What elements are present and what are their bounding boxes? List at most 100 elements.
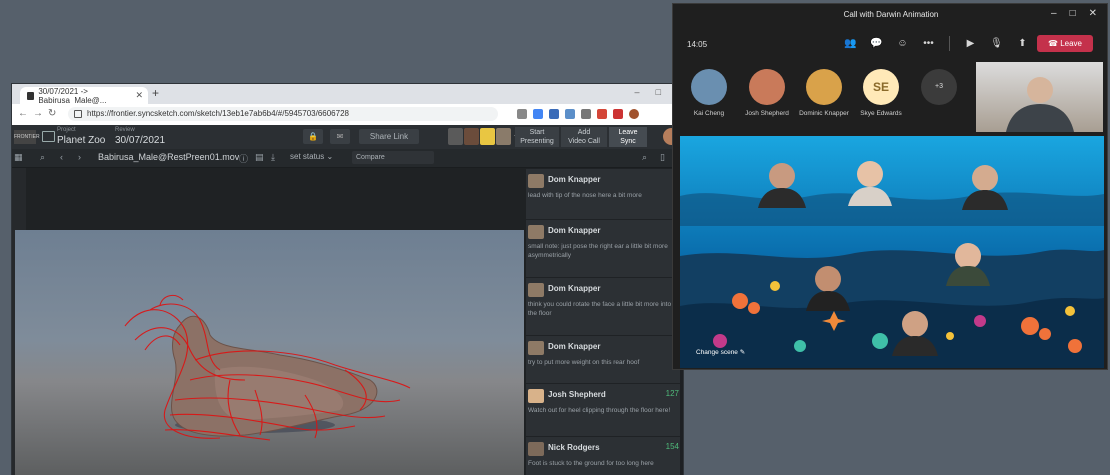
start-presenting-button[interactable]: Start Presenting	[515, 127, 559, 147]
leave-sync-button[interactable]: Leave Sync	[609, 127, 647, 147]
add-video-call-button[interactable]: Add Video Call	[561, 127, 607, 147]
gmail-icon[interactable]	[597, 109, 607, 119]
browser-window-controls: –□	[635, 87, 677, 97]
comment-item[interactable]: Nick Rodgers 154 Foot is stuck to the gr…	[526, 436, 683, 475]
participant-name: Dominic Knapper	[799, 110, 849, 117]
extension-icon[interactable]	[533, 109, 543, 119]
comment-author: Dom Knapper	[548, 284, 601, 293]
reload-icon[interactable]: ↻	[48, 108, 61, 119]
comment-frame[interactable]: 127	[666, 389, 679, 398]
teams-call-window: Call with Darwin Animation – □ ✕ 14:05 👥 💬…	[672, 3, 1108, 370]
participant[interactable]: Kai Cheng	[679, 69, 739, 117]
together-mode-stage[interactable]: Change scene ✎	[680, 136, 1104, 368]
divider	[949, 36, 950, 51]
presence-avatars: +2	[448, 128, 522, 145]
change-scene-button[interactable]: Change scene ✎	[696, 348, 745, 356]
self-video-preview[interactable]	[976, 62, 1103, 132]
download-icon[interactable]: ⤓	[271, 152, 275, 163]
project-name[interactable]: Planet Zoo	[57, 135, 105, 146]
maximize-icon[interactable]: □	[1070, 8, 1076, 19]
mail-button[interactable]: ✉	[330, 129, 350, 144]
underwater-scene	[680, 136, 1104, 368]
comments-panel: Dom Knapper 3 lead with tip of the nose …	[526, 168, 683, 475]
extension-icon[interactable]	[517, 109, 527, 119]
extension-icons	[517, 109, 639, 119]
search-comments-icon[interactable]: ⌕	[642, 152, 647, 163]
comment-author: Josh Shepherd	[548, 390, 606, 399]
avatar	[528, 174, 544, 188]
avatar	[806, 69, 842, 105]
avatar[interactable]	[448, 128, 463, 145]
browser-tab[interactable]: 30/07/2021 -> Babirusa_Male@... ✕	[20, 87, 148, 105]
details-icon[interactable]: ▤	[255, 152, 264, 163]
microphone-icon[interactable]: 🎙	[989, 36, 1004, 51]
babirusa-render	[124, 294, 411, 441]
participant[interactable]: Josh Shepherd	[737, 69, 797, 117]
extension-icon[interactable]	[565, 109, 575, 119]
file-name[interactable]: Babirusa_Male@RestPreen01.mov	[98, 152, 239, 162]
comment-text: Foot is stuck to the ground for too long…	[528, 460, 654, 467]
leave-call-button[interactable]: ☎ Leave	[1037, 35, 1093, 52]
set-status-dropdown[interactable]: set status ⌄	[290, 152, 333, 161]
comment-frame[interactable]: 154	[666, 442, 679, 451]
share-screen-icon[interactable]: ⬆	[1015, 36, 1030, 51]
comment-text: think you could rotate the face a little…	[528, 301, 672, 317]
comment-author: Dom Knapper	[548, 226, 601, 235]
participant[interactable]: Dominic Knapper	[794, 69, 854, 117]
camera-icon[interactable]: ▶	[963, 36, 978, 51]
reactions-icon[interactable]: ☺	[895, 36, 910, 51]
profile-icon[interactable]	[629, 109, 639, 119]
extension-icon[interactable]	[613, 109, 623, 119]
extension-icon[interactable]	[581, 109, 591, 119]
comment-item[interactable]: Dom Knapper 4 think you could rotate the…	[526, 277, 683, 328]
comment-item[interactable]: Dom Knapper 7 try to put more weight on …	[526, 335, 683, 378]
call-controls: 👥 💬 ☺ ••• ▶ 🎙 ⬆	[843, 36, 1030, 51]
comment-item[interactable]: Josh Shepherd 127 Watch out for heel cli…	[526, 383, 683, 434]
lock-button[interactable]: 🔒	[303, 129, 323, 144]
search-icon[interactable]: ⌕	[40, 152, 45, 163]
browser-tab-strip: 30/07/2021 -> Babirusa_Male@... ✕ + –□	[12, 84, 683, 105]
info-icon[interactable]: ⓘ	[239, 152, 248, 165]
comment-text: small note: just pose the right ear a li…	[528, 243, 668, 259]
back-icon[interactable]: ←	[18, 108, 33, 119]
people-icon[interactable]: 👥	[843, 36, 858, 51]
lock-icon	[74, 109, 82, 118]
compare-dropdown[interactable]: Compare	[352, 151, 434, 164]
folder-icon[interactable]	[42, 131, 55, 142]
close-icon[interactable]: ✕	[1089, 8, 1097, 19]
avatar[interactable]	[464, 128, 479, 145]
avatar[interactable]	[496, 128, 511, 145]
avatar-initials: SE	[863, 69, 899, 105]
avatar	[528, 225, 544, 239]
more-options-icon[interactable]: •••	[921, 36, 936, 51]
extension-icon[interactable]	[549, 109, 559, 119]
url-input[interactable]: https://frontier.syncsketch.com/sketch/1…	[68, 107, 498, 121]
minimize-icon[interactable]: –	[1051, 8, 1057, 19]
minimize-icon[interactable]: –	[635, 87, 656, 97]
panel-icon[interactable]: ▯	[660, 152, 665, 163]
review-name[interactable]: 30/07/2021	[115, 135, 165, 146]
comment-item[interactable]: Dom Knapper 3 small note: just pose the …	[526, 219, 683, 270]
comment-author: Dom Knapper	[548, 342, 601, 351]
chat-icon[interactable]: 💬	[869, 36, 884, 51]
avatar[interactable]	[480, 128, 495, 145]
avatar	[691, 69, 727, 105]
more-participants[interactable]: +3	[909, 69, 969, 105]
frontier-logo: FRONTIER	[14, 130, 40, 144]
participant[interactable]: SE Skye Edwards	[851, 69, 911, 117]
comment-author: Dom Knapper	[548, 175, 601, 184]
next-icon[interactable]: ›	[78, 152, 81, 162]
call-timer: 14:05	[687, 40, 708, 49]
prev-icon[interactable]: ‹	[60, 152, 63, 162]
avatar	[749, 69, 785, 105]
close-tab-icon[interactable]: ✕	[135, 90, 143, 101]
participant-name: Skye Edwards	[860, 110, 902, 117]
comment-author: Nick Rodgers	[548, 443, 600, 452]
share-link-button[interactable]: Share Link	[359, 129, 419, 144]
comment-item[interactable]: Dom Knapper 3 lead with tip of the nose …	[526, 168, 683, 219]
video-viewer[interactable]	[15, 230, 524, 475]
layout-icon[interactable]: ▦	[14, 152, 23, 163]
new-tab-icon[interactable]: +	[152, 86, 159, 100]
comment-text: Watch out for heel clipping through the …	[528, 407, 671, 414]
forward-icon[interactable]: →	[33, 108, 48, 119]
